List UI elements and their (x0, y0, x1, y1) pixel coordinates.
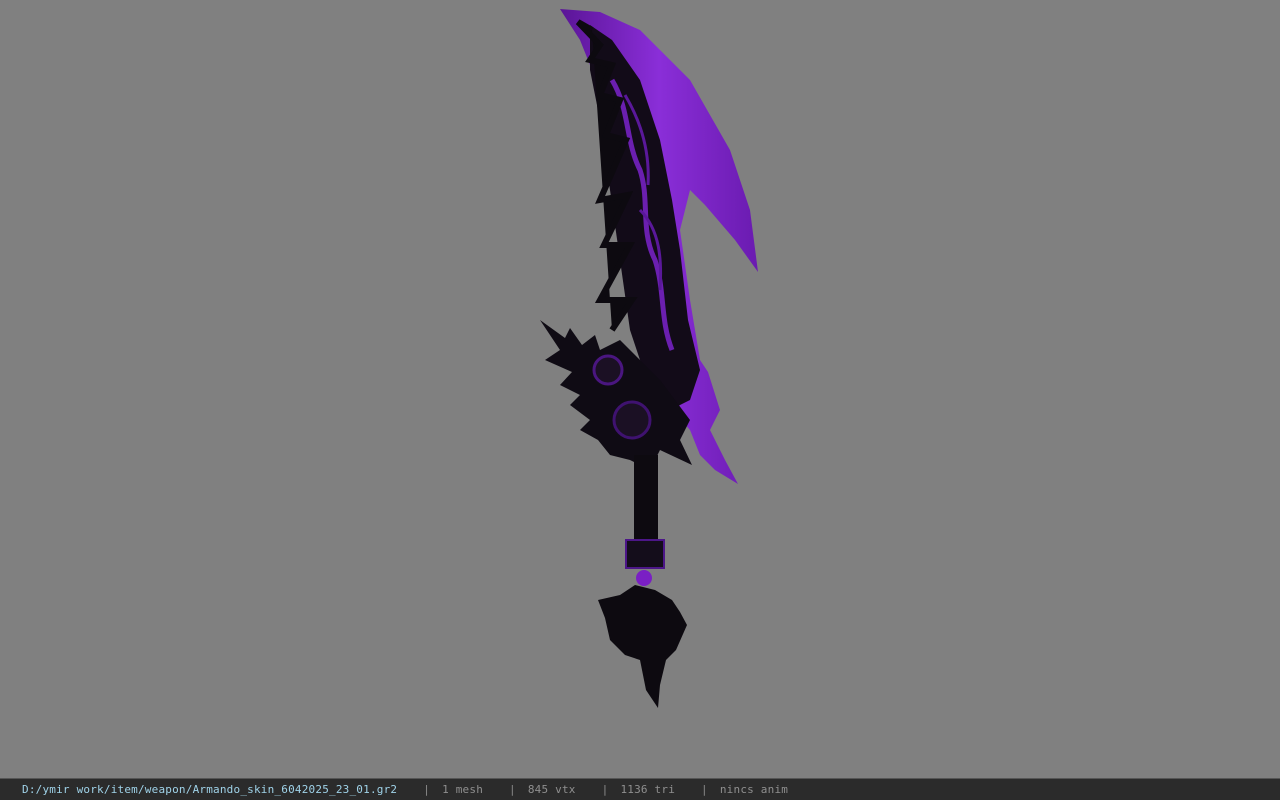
separator: | (423, 783, 431, 796)
guard-ornament (592, 354, 624, 386)
handle-gem (636, 570, 652, 586)
weapon-model[interactable] (0, 0, 1280, 778)
status-bar: D:/ymir work/item/weapon/Armando_skin_60… (0, 778, 1280, 800)
pommel-tassel (598, 585, 687, 708)
separator: | (701, 783, 708, 796)
mesh-count-label: 1 mesh (442, 783, 484, 796)
guard-ornament (612, 400, 652, 440)
anim-status-label: nincs anim (719, 783, 789, 796)
vertex-count-label: 845 vtx (527, 783, 576, 796)
weapon-handle (634, 455, 658, 545)
separator: | (601, 783, 609, 796)
triangle-count-label: 1136 tri (620, 783, 676, 796)
3d-viewport[interactable] (0, 0, 1280, 778)
handle-wrap (625, 539, 665, 569)
file-path-label: D:/ymir work/item/weapon/Armando_skin_60… (22, 783, 398, 796)
separator: | (509, 783, 516, 796)
